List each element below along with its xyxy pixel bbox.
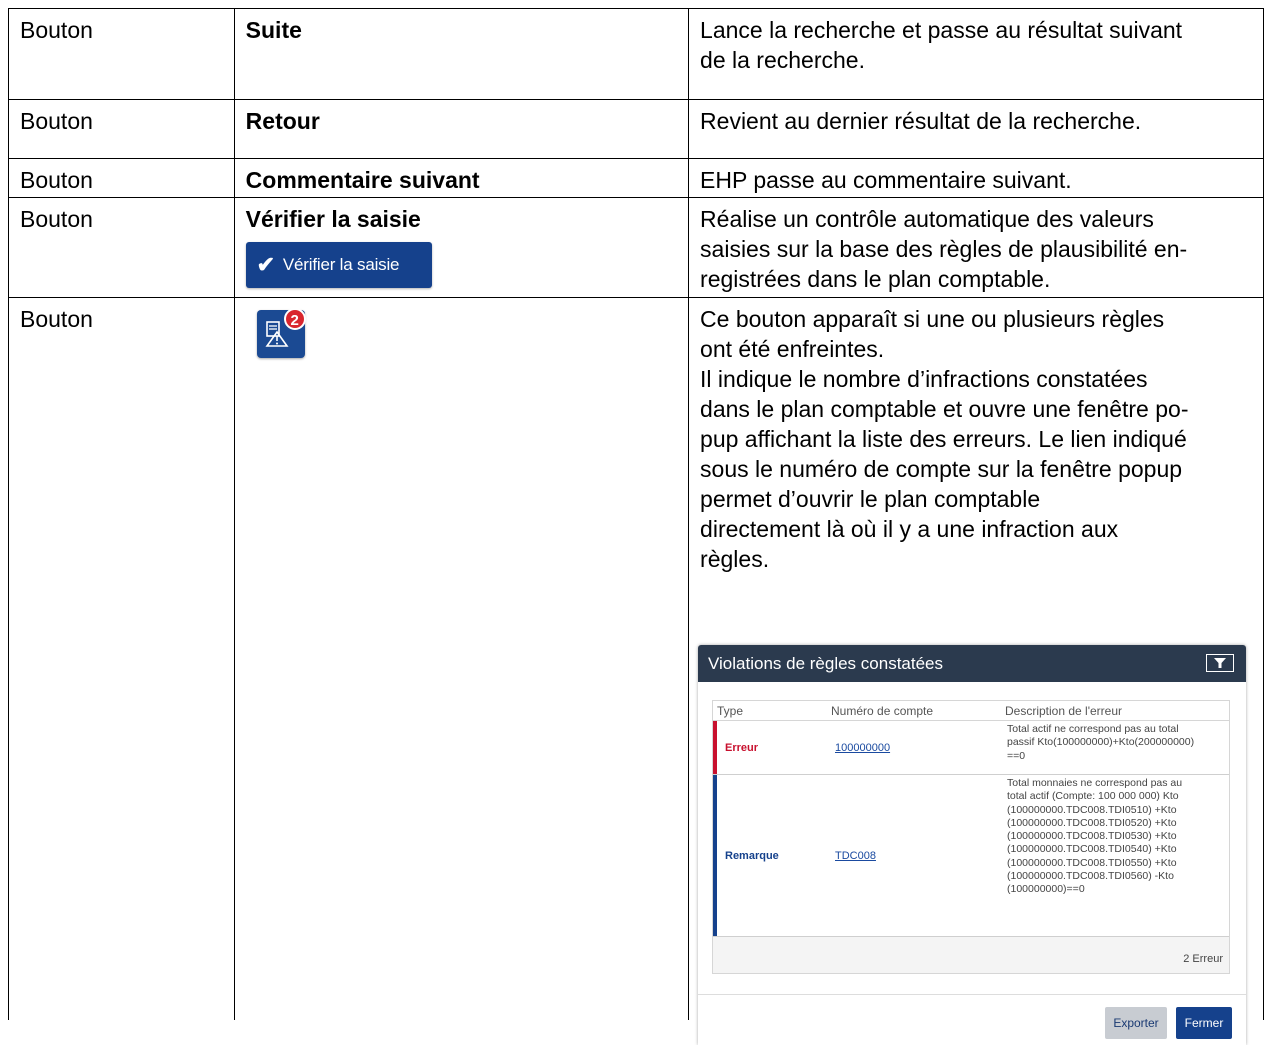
violations-grid: Type Numéro de compte Description de l'e… xyxy=(712,700,1230,974)
description-line: Ce bouton apparaît si une ou plusieurs r… xyxy=(700,306,1165,332)
table-row: Bouton Vérifier la saisie ✔ Vérifier la … xyxy=(8,197,1264,298)
account-link[interactable]: 100000000 xyxy=(835,742,890,754)
table-row: Bouton Commentaire suivant EHP passe au … xyxy=(8,158,1264,198)
error-description-line: ==0 xyxy=(1007,749,1026,762)
description-line: registrées dans le plan comptable. xyxy=(700,266,1051,292)
column-header-account[interactable]: Numéro de compte xyxy=(831,704,933,718)
element-name-cell: Vérifier la saisie ✔ Vérifier la saisie xyxy=(233,197,690,298)
element-name-cell: Retour xyxy=(233,99,690,159)
description-line: Il indique le nombre d’infractions const… xyxy=(700,366,1148,392)
error-description-line: (100000000)==0 xyxy=(1007,883,1085,896)
description-cell: EHP passe au commentaire suivant. xyxy=(688,158,1264,198)
footer-divider xyxy=(698,994,1246,995)
description-cell: Réalise un contrôle automatique des vale… xyxy=(688,197,1264,298)
description-line: saisies sur la base des règles de plausi… xyxy=(700,236,1188,262)
error-description-line: (100000000.TDC008.TDI0550) +Kto xyxy=(1007,856,1177,869)
type-cell: Bouton xyxy=(8,158,235,198)
description-line: EHP passe au commentaire suivant. xyxy=(700,167,1072,193)
verify-button-label: Vérifier la saisie xyxy=(282,255,400,274)
description-cell: Revient au dernier résultat de la recher… xyxy=(688,99,1264,159)
error-description-line: (100000000.TDC008.TDI0530) +Kto xyxy=(1007,830,1177,843)
type-cell: Bouton xyxy=(8,8,235,100)
entry-type: Erreur xyxy=(725,742,759,754)
table-row[interactable]: Erreur 100000000 Total actif ne correspo… xyxy=(713,721,1229,775)
description-line: Revient au dernier résultat de la recher… xyxy=(700,108,1142,134)
violations-popup: Violations de règles constatées Type Num… xyxy=(698,645,1246,1045)
checkmark-icon: ✔ xyxy=(256,252,275,277)
description-line: dans le plan comptable et ouvre une fenê… xyxy=(700,396,1189,422)
error-description-line: passif Kto(100000000)+Kto(200000000) xyxy=(1007,736,1195,749)
type-cell: Bouton xyxy=(8,99,235,159)
grid-header: Type Numéro de compte Description de l'e… xyxy=(713,701,1229,721)
description-line: pup affichant la liste des erreurs. Le l… xyxy=(700,426,1187,452)
error-description-line: (100000000.TDC008.TDI0560) -Kto xyxy=(1007,870,1174,883)
popup-title: Violations de règles constatées xyxy=(708,654,944,673)
description-line: ont été enfreintes. xyxy=(700,336,885,362)
error-description-line: Total actif ne correspond pas au total xyxy=(1007,723,1179,735)
popup-header: Violations de règles constatées xyxy=(698,645,1246,682)
error-description: Total monnaies ne correspond pas au tota… xyxy=(1007,777,1229,897)
export-button[interactable]: Exporter xyxy=(1105,1007,1167,1039)
column-header-description[interactable]: Description de l'erreur xyxy=(1005,704,1122,718)
element-name-cell: Commentaire suivant xyxy=(233,158,690,198)
error-description-line: total actif (Compte: 100 000 000) Kto xyxy=(1007,790,1179,803)
element-name: Vérifier la saisie xyxy=(245,206,421,232)
table-row[interactable]: Remarque TDC008 Total monnaies ne corres… xyxy=(713,775,1229,937)
close-button[interactable]: Fermer xyxy=(1176,1007,1232,1039)
error-indicator-bar xyxy=(713,721,717,774)
filter-icon xyxy=(1214,658,1226,668)
element-name-cell: 2 xyxy=(233,297,690,1020)
description-line: sous le numéro de compte sur la fenêtre … xyxy=(700,456,1183,482)
rule-violations-button[interactable]: 2 xyxy=(256,308,306,358)
description-line: Réalise un contrôle automatique des vale… xyxy=(700,206,1154,232)
account-link[interactable]: TDC008 xyxy=(835,850,876,862)
description-line: de la recherche. xyxy=(700,47,865,73)
column-header-type[interactable]: Type xyxy=(717,704,743,718)
entry-type: Remarque xyxy=(725,850,779,862)
violation-count-badge: 2 xyxy=(283,308,306,330)
table-row: Bouton Suite Lance la recherche et passe… xyxy=(8,8,1264,100)
filter-button[interactable] xyxy=(1206,654,1234,672)
type-cell: Bouton xyxy=(8,197,235,298)
description-line: permet d’ouvrir le plan comptable xyxy=(700,486,1041,512)
error-description-line: (100000000.TDC008.TDI0540) +Kto xyxy=(1007,843,1177,856)
error-description-line: (100000000.TDC008.TDI0520) +Kto xyxy=(1007,816,1177,829)
verify-input-button[interactable]: ✔ Vérifier la saisie xyxy=(245,242,432,288)
type-cell: Bouton xyxy=(8,297,235,1020)
description-line: règles. xyxy=(700,546,770,572)
description-line: Lance la recherche et passe au résultat … xyxy=(700,17,1183,43)
error-description-line: Total monnaies ne correspond pas au xyxy=(1007,777,1183,789)
error-description: Total actif ne correspond pas au total p… xyxy=(1007,723,1229,763)
table-row: Bouton Retour Revient au dernier résulta… xyxy=(8,99,1264,159)
grid-footer-count: 2 Erreur xyxy=(1183,953,1223,965)
remark-indicator-bar xyxy=(713,775,717,936)
description-cell: Lance la recherche et passe au résultat … xyxy=(688,8,1264,100)
description-line: directement là où il y a une infraction … xyxy=(700,516,1119,542)
element-name-cell: Suite xyxy=(233,8,690,100)
error-description-line: (100000000.TDC008.TDI0510) +Kto xyxy=(1007,803,1177,816)
